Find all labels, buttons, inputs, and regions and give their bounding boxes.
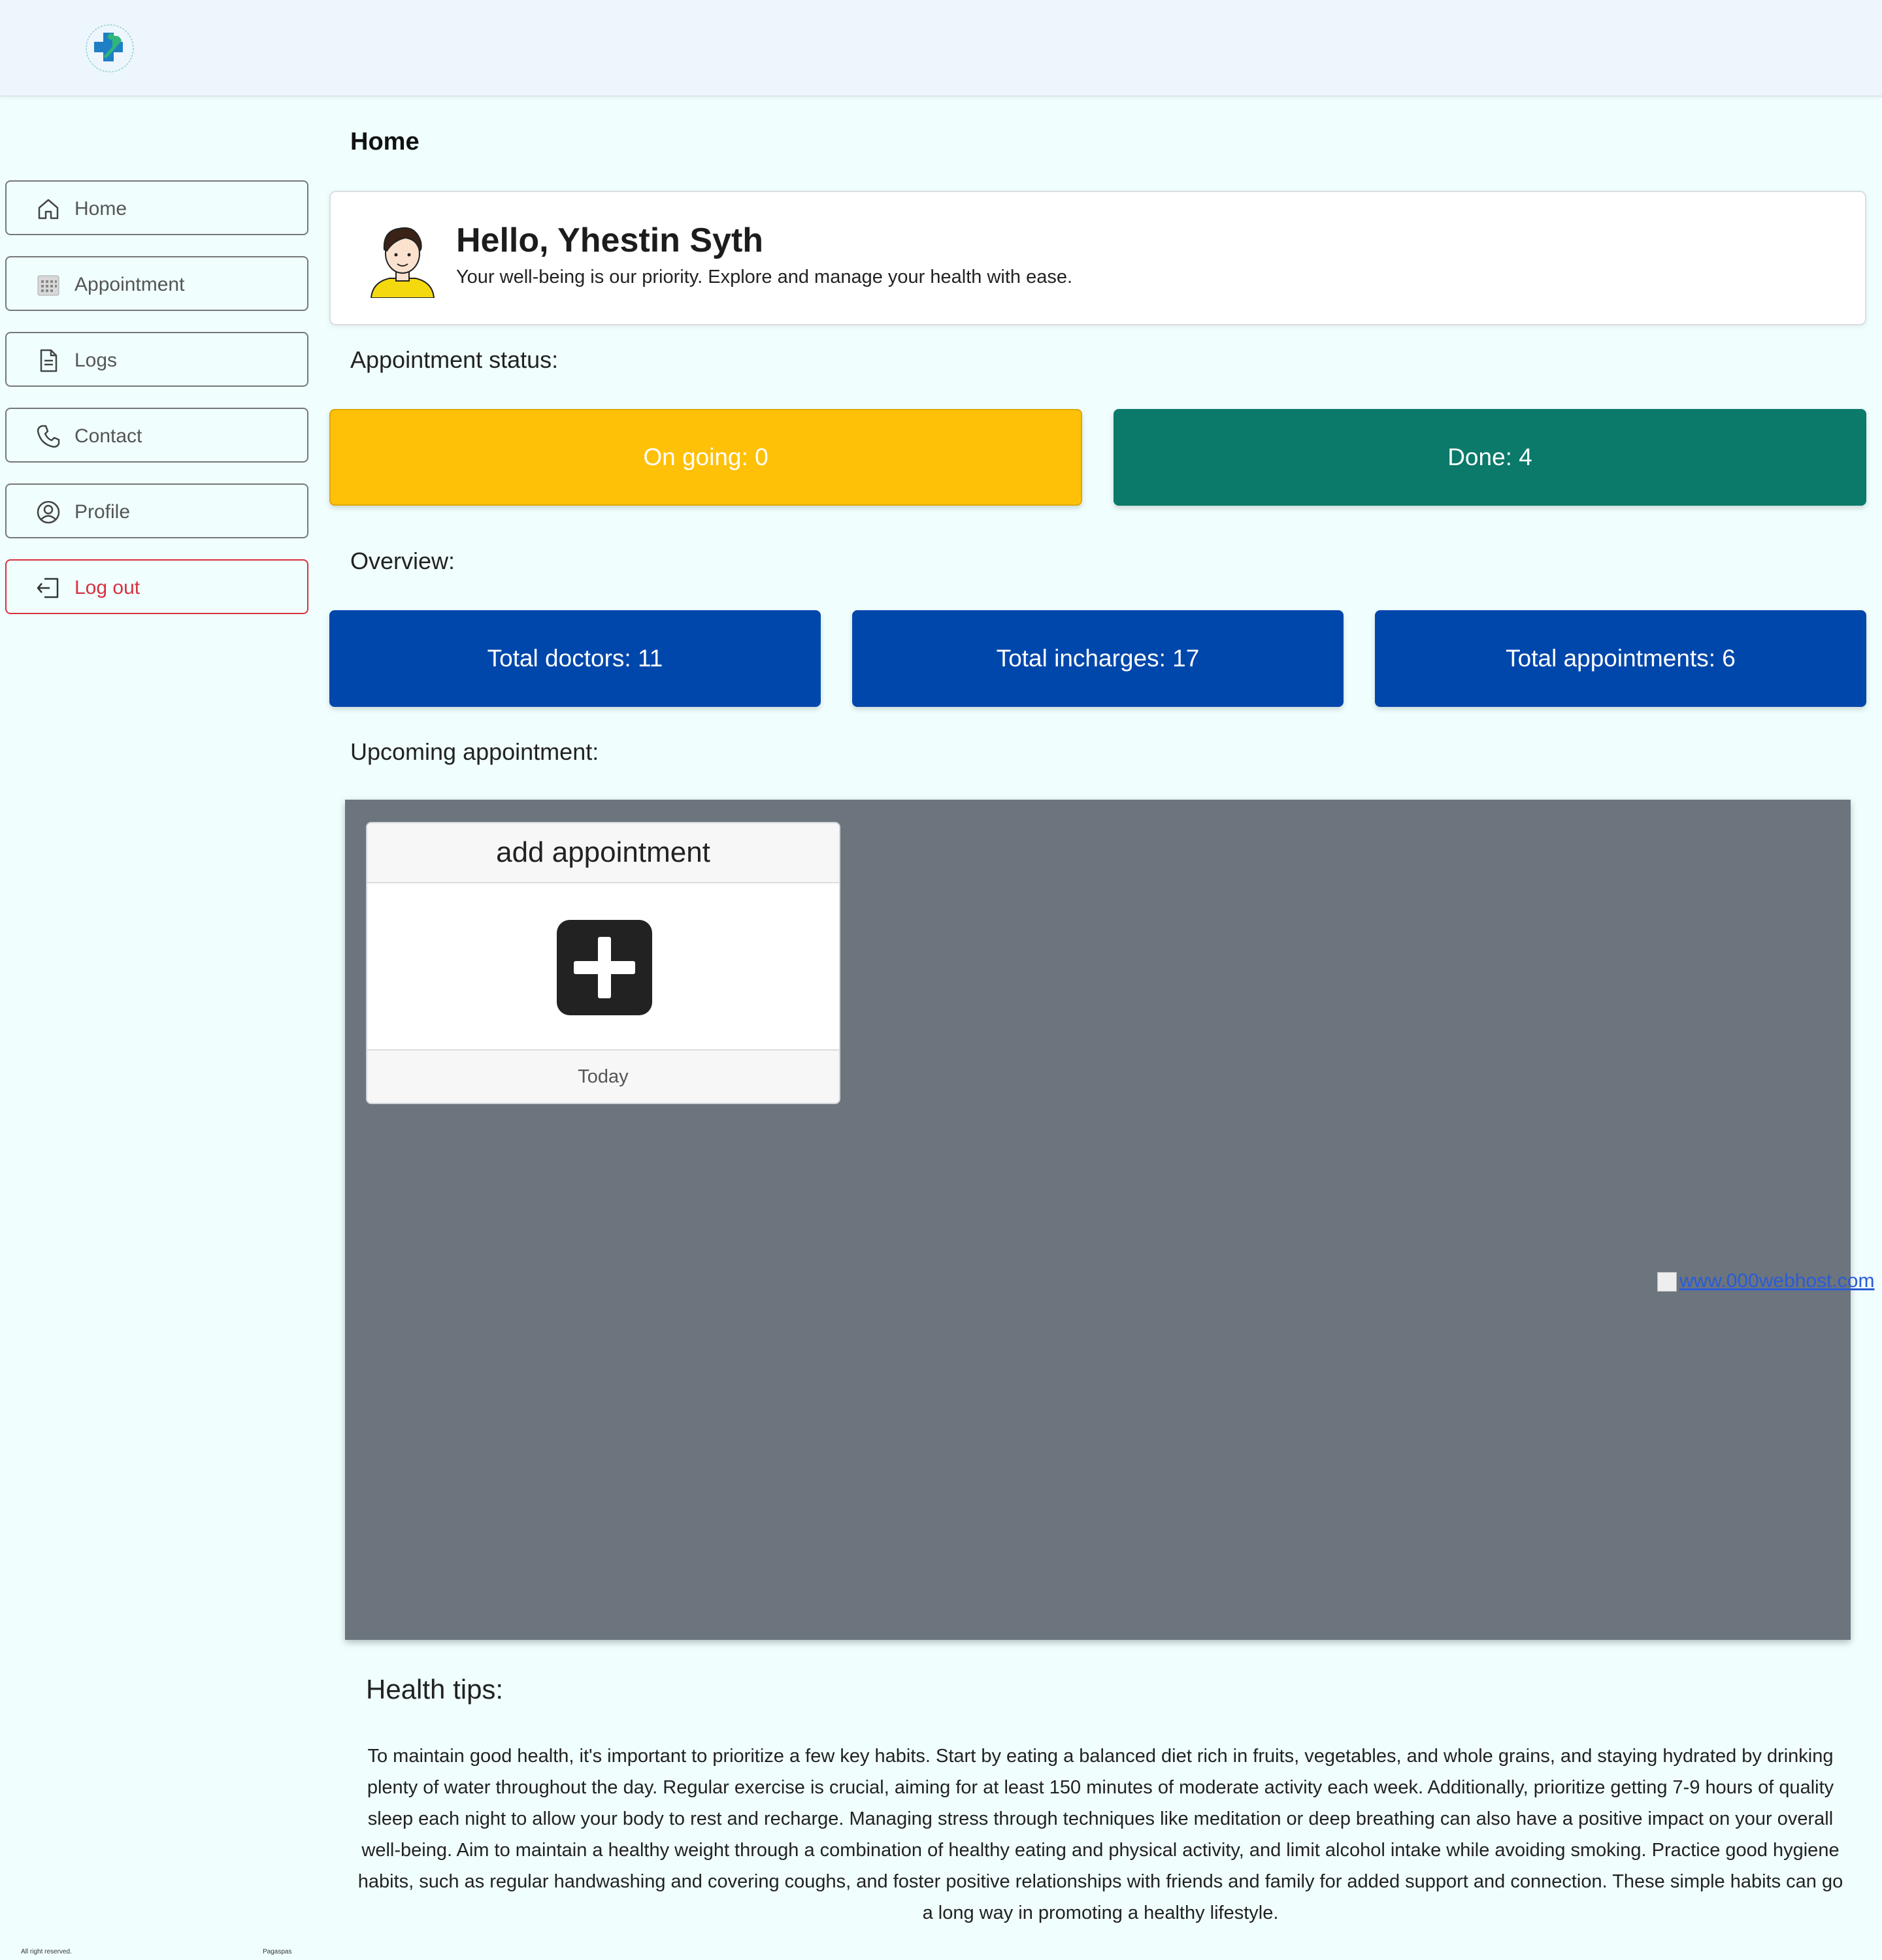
sidebar-item-label: Logs [74, 350, 118, 371]
plus-square-icon[interactable] [557, 920, 652, 1015]
avatar [370, 227, 435, 298]
add-appointment-footer: Today [367, 1049, 839, 1103]
overview-label: Overview: [350, 547, 455, 574]
footer-copyright: All right reserved. [21, 1948, 72, 1955]
upcoming-appointment-label: Upcoming appointment: [350, 738, 599, 765]
greeting-subtitle: Your well-being is our priority. Explore… [456, 267, 1073, 287]
sidebar-item-label: Log out [74, 577, 140, 598]
hosting-link[interactable]: www.000webhost.com [1657, 1270, 1874, 1292]
done-status-box: Done: 4 [1114, 409, 1866, 506]
greeting-title: Hello, Yhestin Syth [456, 221, 764, 259]
total-incharges-box: Total incharges: 17 [852, 610, 1344, 707]
user-circle-icon [37, 500, 60, 524]
broken-image-icon [1657, 1272, 1677, 1292]
total-appointments-text: Total appointments: 6 [1506, 645, 1736, 672]
health-tips-body: To maintain good health, it's important … [357, 1746, 1843, 1923]
logout-button[interactable]: Log out [5, 559, 308, 614]
home-icon [38, 199, 59, 220]
done-status-text: Done: 4 [1447, 444, 1532, 470]
phone-icon [37, 425, 60, 448]
sidebar-item-label: Home [74, 198, 127, 220]
sidebar-item-contact[interactable]: Contact [5, 408, 308, 463]
add-appointment-title: add appointment [367, 823, 839, 883]
hosting-link-text: www.000webhost.com [1679, 1270, 1875, 1292]
upcoming-appointments-panel: add appointment Today www.000webhost.com [345, 800, 1874, 1640]
total-doctors-text: Total doctors: 11 [487, 645, 663, 672]
add-appointment-card[interactable]: add appointment Today [366, 822, 840, 1104]
sidebar-item-home[interactable]: Home [5, 180, 308, 235]
sidebar-item-profile[interactable]: Profile [5, 483, 308, 538]
calendar-icon [37, 275, 59, 296]
health-tips-title: Health tips: [366, 1674, 504, 1705]
total-doctors-box: Total doctors: 11 [329, 610, 821, 707]
greeting-card: Hello, Yhestin Syth Your well-being is o… [329, 191, 1866, 325]
sidebar-item-label: Profile [74, 501, 131, 523]
page-title: Home [350, 128, 420, 155]
sidebar-item-label: Contact [74, 425, 142, 447]
logout-icon [37, 578, 59, 598]
appointment-status-label: Appointment status: [350, 346, 559, 373]
top-header [0, 0, 1882, 97]
ongoing-status-box: On going: 0 [329, 409, 1082, 506]
total-appointments-box: Total appointments: 6 [1375, 610, 1866, 707]
sidebar-item-appointment[interactable]: Appointment [5, 256, 308, 311]
document-icon [40, 349, 58, 372]
sidebar-item-label: Appointment [74, 274, 185, 295]
footer-author: Pagaspas [263, 1948, 292, 1955]
clinic-logo[interactable] [84, 17, 136, 80]
ongoing-status-text: On going: 0 [643, 444, 768, 470]
sidebar-item-logs[interactable]: Logs [5, 332, 308, 387]
total-incharges-text: Total incharges: 17 [996, 645, 1200, 672]
